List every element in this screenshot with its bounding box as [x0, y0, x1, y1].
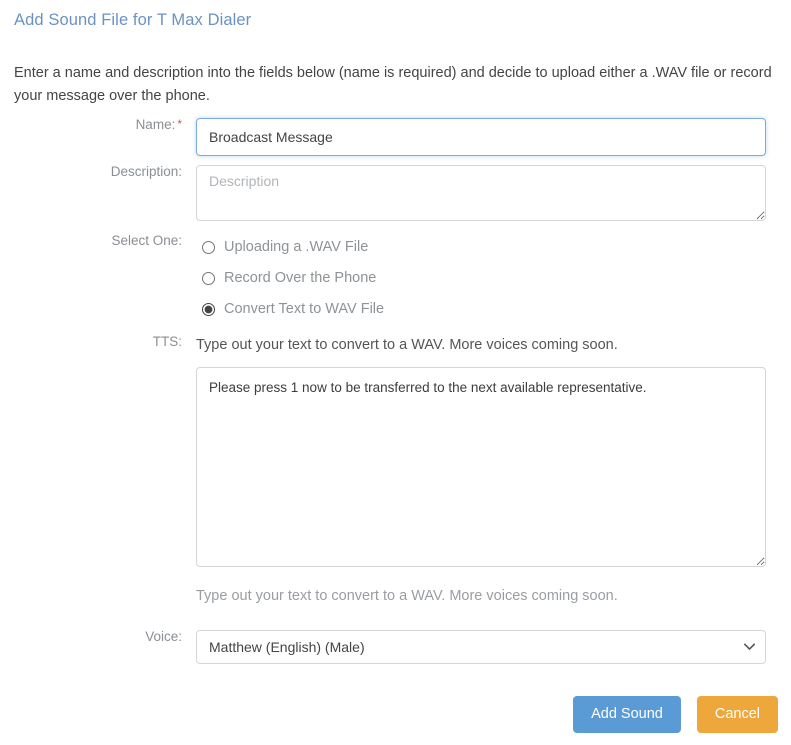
voice-select[interactable]: Matthew (English) (Male) — [196, 630, 766, 664]
voice-label: Voice: — [145, 629, 182, 644]
cancel-button[interactable]: Cancel — [696, 696, 778, 733]
add-sound-button[interactable]: Add Sound — [573, 696, 681, 733]
form-row-tts: TTS: Type out your text to convert to a … — [0, 335, 791, 606]
select-one-control: Uploading a .WAV File Record Over the Ph… — [196, 234, 766, 327]
form-actions: Add Sound Cancel — [573, 696, 778, 733]
radio-input-convert-text[interactable] — [202, 302, 215, 316]
intro-text: Enter a name and description into the fi… — [14, 65, 772, 104]
name-input[interactable] — [196, 118, 766, 156]
radio-option-convert-text[interactable]: Convert Text to WAV File — [196, 296, 766, 322]
tts-control: Type out your text to convert to a WAV. … — [196, 335, 766, 606]
voice-control: Matthew (English) (Male) — [196, 630, 766, 664]
radio-input-record-phone[interactable] — [202, 271, 215, 285]
form-row-voice: Voice: Matthew (English) (Male) — [0, 630, 791, 664]
tts-label: TTS: — [152, 334, 182, 349]
radio-label-convert-text: Convert Text to WAV File — [224, 300, 385, 317]
tts-hint-below: Type out your text to convert to a WAV. … — [196, 588, 618, 604]
form-row-select-one: Select One: Uploading a .WAV File Record… — [0, 234, 791, 327]
add-sound-file-page: Add Sound File for T Max Dialer Enter a … — [0, 0, 791, 745]
form-row-description: Description: — [0, 165, 791, 221]
voice-select-wrap: Matthew (English) (Male) — [196, 630, 766, 664]
radio-input-upload-wav[interactable] — [202, 240, 215, 254]
select-one-label: Select One: — [111, 233, 182, 248]
page-title: Add Sound File for T Max Dialer — [14, 11, 252, 29]
tts-textarea[interactable] — [196, 367, 766, 567]
required-asterisk: * — [177, 117, 182, 131]
radio-option-record-phone[interactable]: Record Over the Phone — [196, 265, 766, 291]
name-label: Name: * — [0, 118, 196, 132]
radio-label-upload-wav: Uploading a .WAV File — [224, 238, 369, 255]
radio-label-record-phone: Record Over the Phone — [224, 269, 377, 286]
radio-option-upload-wav[interactable]: Uploading a .WAV File — [196, 234, 766, 260]
description-control — [196, 165, 766, 221]
add-sound-form: Name:* Description: Select One: Uploadin… — [0, 118, 791, 733]
name-control — [196, 118, 766, 156]
description-label: Description: — [110, 164, 182, 179]
form-row-name: Name: * — [0, 118, 791, 156]
tts-hint-above: Type out your text to convert to a WAV. … — [196, 337, 618, 353]
description-textarea[interactable] — [196, 165, 766, 221]
name-label-text: Name: — [135, 117, 176, 132]
